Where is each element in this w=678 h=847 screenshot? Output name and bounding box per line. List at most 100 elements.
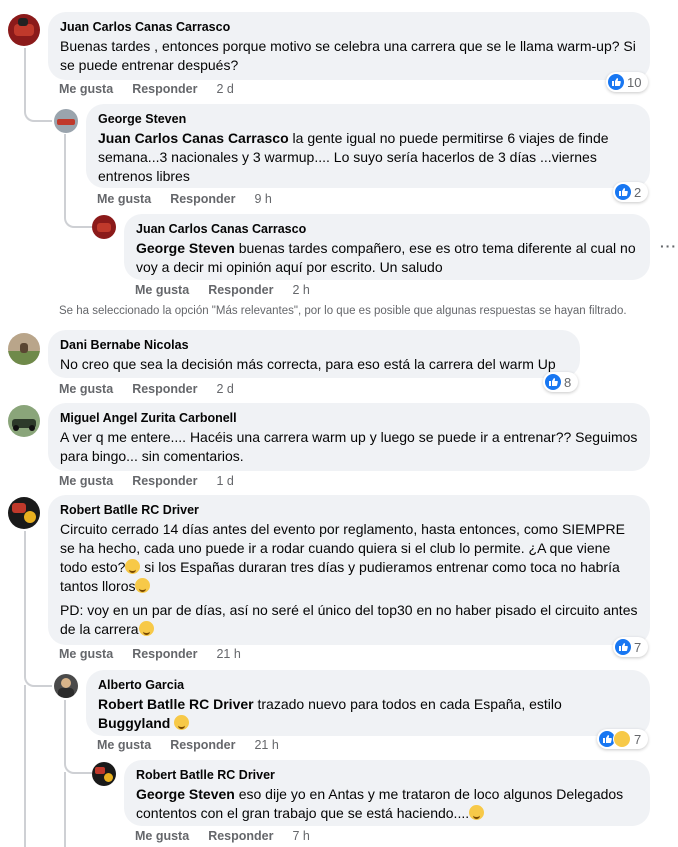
pleading-emoji-icon xyxy=(135,578,151,593)
comment-bubble: Juan Carlos Canas Carrasco George Steven… xyxy=(124,214,650,280)
avatar[interactable] xyxy=(92,762,116,786)
comment-bubble: Juan Carlos Canas Carrasco Buenas tardes… xyxy=(48,12,650,80)
timestamp[interactable]: 9 h xyxy=(254,192,271,206)
comment-actions: Me gusta Responder 21 h xyxy=(59,647,241,661)
like-icon xyxy=(608,74,624,90)
avatar[interactable] xyxy=(8,333,40,365)
timestamp[interactable]: 2 d xyxy=(216,82,233,96)
like-button[interactable]: Me gusta xyxy=(59,647,113,661)
reaction-number: 10 xyxy=(627,74,642,90)
reaction-number: 7 xyxy=(634,639,642,655)
reply-button[interactable]: Responder xyxy=(170,738,235,752)
reaction-count[interactable]: 8 xyxy=(543,372,578,392)
like-icon xyxy=(615,184,631,200)
comment-bubble: Robert Batlle RC Driver Circuito cerrado… xyxy=(48,495,650,645)
reply-button[interactable]: Responder xyxy=(132,82,197,96)
timestamp[interactable]: 21 h xyxy=(254,738,278,752)
thread-line xyxy=(64,700,66,756)
avatar[interactable] xyxy=(54,674,78,698)
avatar[interactable] xyxy=(92,215,116,239)
like-button[interactable]: Me gusta xyxy=(135,283,189,297)
like-button[interactable]: Me gusta xyxy=(97,738,151,752)
comment-author[interactable]: Robert Batlle RC Driver xyxy=(60,502,638,518)
reaction-number: 7 xyxy=(634,731,642,747)
comment-author[interactable]: Robert Batlle RC Driver xyxy=(136,767,638,783)
laughing-emoji-icon xyxy=(125,559,141,574)
thread-line xyxy=(64,772,66,847)
mention-link[interactable]: Juan Carlos Canas Carrasco xyxy=(98,130,289,146)
thread-line xyxy=(24,685,26,847)
comment-text: Buenas tardes , entonces porque motivo s… xyxy=(60,38,636,73)
comment-actions: Me gusta Responder 9 h xyxy=(97,192,272,206)
reaction-count[interactable]: 7 xyxy=(613,637,648,657)
comment-author[interactable]: George Steven xyxy=(98,111,638,127)
timestamp[interactable]: 1 d xyxy=(216,474,233,488)
mention-link[interactable]: Buggyland xyxy=(98,715,170,731)
avatar[interactable] xyxy=(8,14,40,46)
smiling-emoji-icon xyxy=(174,715,190,730)
timestamp[interactable]: 2 h xyxy=(292,283,309,297)
comment-text: No creo que sea la decisión más correcta… xyxy=(60,356,556,372)
thread-connector xyxy=(24,92,52,122)
comment-author[interactable]: Juan Carlos Canas Carrasco xyxy=(60,19,638,35)
comment-author[interactable]: Juan Carlos Canas Carrasco xyxy=(136,221,638,237)
comment-text: George Steven eso dije yo en Antas y me … xyxy=(136,786,624,821)
reply-button[interactable]: Responder xyxy=(132,382,197,396)
comment-bubble: Alberto Garcia Robert Batlle RC Driver t… xyxy=(86,670,650,736)
mention-link[interactable]: George Steven xyxy=(136,240,235,256)
reply-button[interactable]: Responder xyxy=(170,192,235,206)
like-button[interactable]: Me gusta xyxy=(59,474,113,488)
timestamp[interactable]: 7 h xyxy=(292,829,309,843)
avatar[interactable] xyxy=(8,405,40,437)
reaction-count[interactable]: 10 xyxy=(606,72,648,92)
comment-text: A ver q me entere.... Hacéis una carrera… xyxy=(60,429,638,464)
reply-button[interactable]: Responder xyxy=(208,283,273,297)
reaction-count[interactable]: 2 xyxy=(613,182,648,202)
comment-actions: Me gusta Responder 7 h xyxy=(135,829,310,843)
mention-link[interactable]: Robert Batlle RC Driver xyxy=(98,696,254,712)
timestamp[interactable]: 21 h xyxy=(216,647,240,661)
comment-actions: Me gusta Responder 1 d xyxy=(59,474,234,488)
like-button[interactable]: Me gusta xyxy=(59,82,113,96)
thread-connector xyxy=(24,659,52,687)
timestamp[interactable]: 2 d xyxy=(216,382,233,396)
unamused-emoji-icon xyxy=(469,805,485,820)
thread-connector xyxy=(64,208,92,228)
reaction-number: 2 xyxy=(634,184,642,200)
comment-bubble: Dani Bernabe Nicolas No creo que sea la … xyxy=(48,330,580,378)
like-button[interactable]: Me gusta xyxy=(97,192,151,206)
like-icon xyxy=(545,374,561,390)
comment-text: Juan Carlos Canas Carrasco la gente igua… xyxy=(98,130,609,184)
reaction-number: 8 xyxy=(564,374,572,390)
avatar[interactable] xyxy=(8,497,40,529)
like-icon xyxy=(615,639,631,655)
haha-icon xyxy=(613,730,631,748)
comment-text: George Steven buenas tardes compañero, e… xyxy=(136,240,636,275)
comment-author[interactable]: Miguel Angel Zurita Carbonell xyxy=(60,410,638,426)
comment-bubble: Robert Batlle RC Driver George Steven es… xyxy=(124,760,650,826)
filter-notice: Se ha seleccionado la opción "Más releva… xyxy=(59,305,627,317)
thread-line xyxy=(24,48,26,94)
comment-text: Circuito cerrado 14 días antes del event… xyxy=(60,521,638,637)
comment-actions: Me gusta Responder 2 h xyxy=(135,283,310,297)
mention-link[interactable]: George Steven xyxy=(136,786,235,802)
comment-bubble: George Steven Juan Carlos Canas Carrasco… xyxy=(86,104,650,188)
comment-actions: Me gusta Responder 21 h xyxy=(97,738,279,752)
reply-button[interactable]: Responder xyxy=(132,474,197,488)
comment-actions: Me gusta Responder 2 d xyxy=(59,82,234,96)
comment-actions: Me gusta Responder 2 d xyxy=(59,382,234,396)
more-options-icon[interactable]: ··· xyxy=(660,238,677,254)
reaction-count[interactable]: 7 xyxy=(597,729,648,749)
laughing-emoji-icon xyxy=(138,621,154,636)
thread-line xyxy=(64,134,66,210)
comment-author[interactable]: Alberto Garcia xyxy=(98,677,638,693)
reply-button[interactable]: Responder xyxy=(132,647,197,661)
avatar[interactable] xyxy=(54,109,78,133)
like-button[interactable]: Me gusta xyxy=(59,382,113,396)
reply-button[interactable]: Responder xyxy=(208,829,273,843)
comment-bubble: Miguel Angel Zurita Carbonell A ver q me… xyxy=(48,403,650,471)
like-button[interactable]: Me gusta xyxy=(135,829,189,843)
thread-line xyxy=(24,531,26,661)
comment-author[interactable]: Dani Bernabe Nicolas xyxy=(60,337,568,353)
comment-text: Robert Batlle RC Driver trazado nuevo pa… xyxy=(98,696,562,731)
